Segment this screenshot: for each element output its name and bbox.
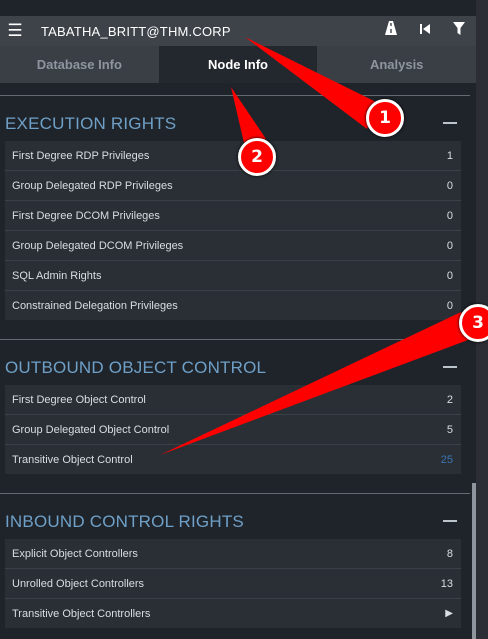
annotation-arrows	[160, 37, 476, 455]
callout-arrow-2	[231, 87, 266, 143]
callout-marker-2: 2	[238, 138, 276, 176]
callout-marker-1: 1	[366, 99, 404, 137]
callout-arrow-1	[245, 37, 380, 129]
callout-arrow-3	[160, 312, 476, 455]
annotation-layer: 1 2 3	[0, 0, 488, 639]
